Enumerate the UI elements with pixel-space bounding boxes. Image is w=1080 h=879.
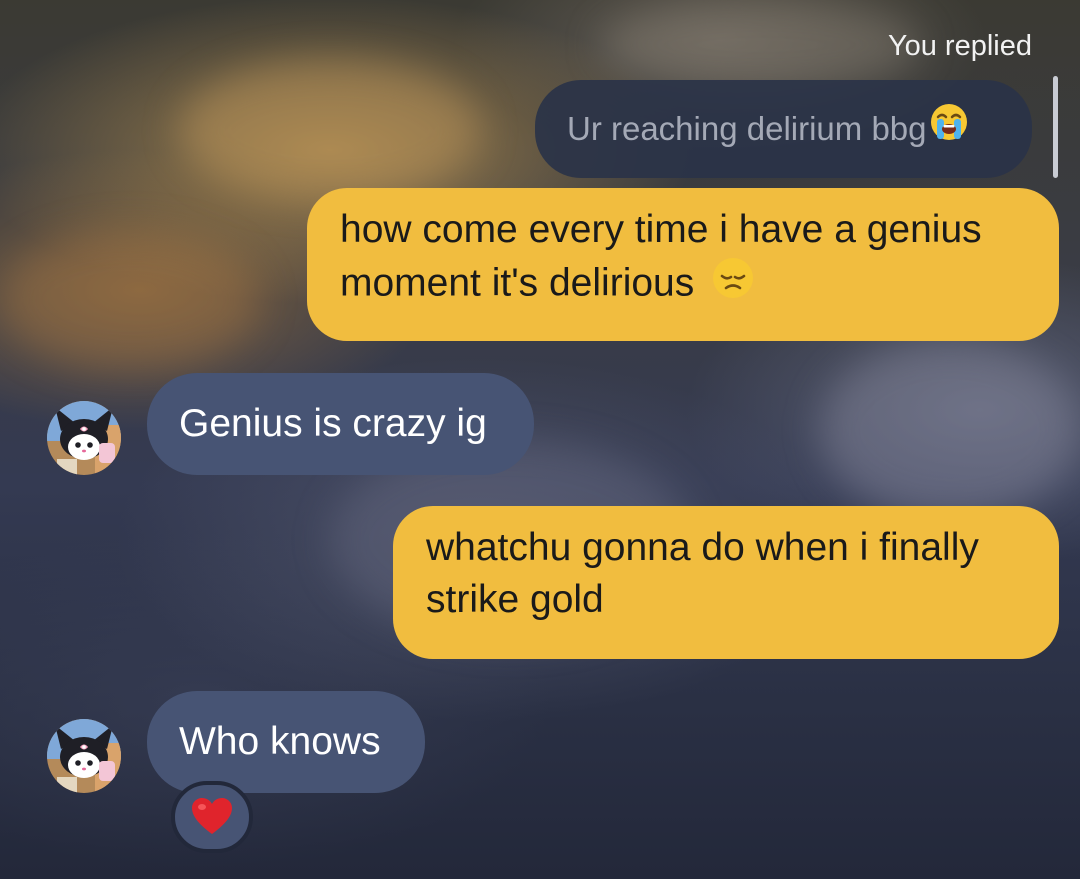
background-cloud — [0, 230, 260, 370]
background-cloud — [180, 60, 480, 200]
message-text: how come every time i have a genius — [340, 208, 982, 251]
kuromi-avatar-icon — [47, 719, 121, 793]
reply-quote-bar — [1053, 76, 1058, 178]
background-cloud — [820, 340, 1080, 520]
incoming-message-bubble[interactable]: Who knows — [147, 691, 425, 793]
loudly-crying-face-icon — [929, 82, 969, 180]
outgoing-message-bubble[interactable]: whatchu gonna do when i finally strike g… — [393, 506, 1059, 659]
message-reaction[interactable] — [171, 781, 253, 853]
quoted-reply-bubble[interactable]: Ur reaching delirium bbg — [535, 80, 1032, 178]
incoming-message-bubble[interactable]: Genius is crazy ig — [147, 373, 534, 475]
message-text: moment it's delirious — [340, 261, 695, 305]
you-replied-label: You replied — [887, 30, 1032, 62]
contact-avatar[interactable] — [47, 401, 121, 475]
background-cloud — [600, 0, 920, 90]
contact-avatar[interactable] — [47, 719, 121, 793]
quoted-message-text: Ur reaching delirium bbg — [567, 110, 927, 147]
red-heart-icon — [192, 798, 232, 834]
message-text: whatchu gonna do when i finally — [426, 526, 979, 569]
disappointed-face-icon — [711, 256, 755, 314]
message-text: strike gold — [426, 578, 604, 621]
outgoing-message-bubble[interactable]: how come every time i have a genius mome… — [307, 188, 1059, 341]
kuromi-avatar-icon — [47, 401, 121, 475]
